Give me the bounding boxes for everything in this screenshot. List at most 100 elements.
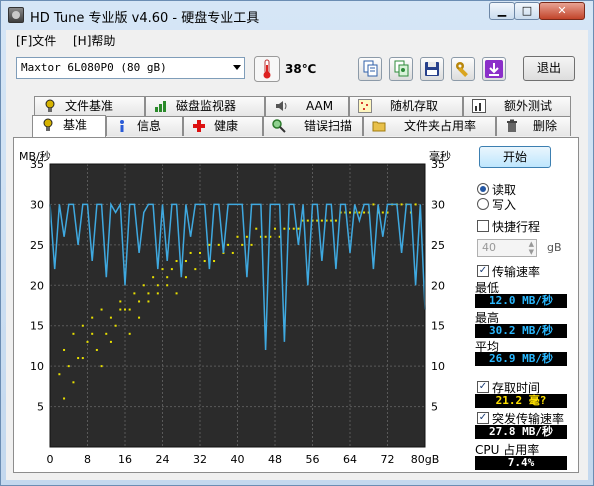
random-access-icon [358,99,372,113]
y-tick-label-left: 30 [30,198,44,211]
short-stroke-spinner[interactable]: 40 ▲ ▼ [477,239,537,257]
tab-random-access[interactable]: 随机存取 [349,96,463,116]
options-button[interactable] [451,57,475,81]
cpu-usage-value: 7.4% [475,456,567,470]
x-tick-label: 16 [118,453,132,466]
minimize-button[interactable]: ▁ [489,2,515,20]
close-button[interactable]: ✕ [539,2,585,20]
access-time-point [320,219,323,222]
y-tick-label-right: 5 [431,401,438,414]
benchmark-chart: 5 510 1015 1520 2025 2530 3035 350 8 16 24 32 40 48 56… [19,149,451,466]
access-time-point [147,292,150,295]
tab-benchmark[interactable]: 基准 [32,115,106,137]
copy-screenshot-button[interactable] [389,57,413,81]
y-tick-label-left: 25 [30,239,44,252]
short-stroke-checkbox[interactable] [477,220,489,232]
access-time-point [81,357,84,360]
access-time-point [334,219,337,222]
save-button[interactable] [420,57,444,81]
tab-error-scan[interactable]: 错误扫描 [263,116,363,136]
tab-folder-usage[interactable]: 文件夹占用率 [363,116,496,136]
min-value: 12.0 MB/秒 [475,294,567,308]
access-time-point [156,284,159,287]
y-tick-label-right: 30 [431,198,445,211]
drive-select[interactable]: Maxtor 6L080P0 (80 gB) [16,57,245,79]
access-time-point [231,251,234,254]
access-time-point [128,308,131,311]
benchmark-icon [43,118,53,131]
access-time-point [349,211,351,214]
access-time-point [77,357,80,360]
y-tick-label-right: 15 [431,320,445,333]
menu-help[interactable]: [H]帮助 [73,32,115,49]
start-button[interactable]: 开始 [479,146,551,168]
access-time-point [189,251,192,254]
access-time-point [274,227,276,230]
write-label: 写入 [492,198,517,212]
tab-file-benchmark[interactable]: 文件基准 [34,96,145,116]
tab-info[interactable]: 信息 [106,116,183,136]
access-time-point [86,340,89,343]
access-time-point [414,203,417,206]
access-time-point [227,243,230,246]
access-time-point [133,292,136,295]
tab-disk-monitor[interactable]: 磁盘监视器 [145,96,265,116]
access-time-point [63,348,66,351]
short-stroke-unit: gB [547,241,562,254]
access-time-point [217,243,220,246]
access-time-point [381,211,384,214]
access-time-point [166,276,169,279]
health-icon [193,120,205,132]
access-time-point [199,251,201,254]
access-time-point [250,243,253,246]
tab-aam[interactable]: AAM [265,96,349,116]
checkmark-icon: ✓ [478,412,488,423]
y-axis-label-left: MB/秒 [19,149,51,163]
x-tick-label: 32 [193,453,207,466]
thermometer-icon [254,56,280,82]
transfer-rate-checkbox[interactable]: ✓ [477,265,489,277]
write-radio[interactable] [477,198,489,210]
access-time-point [95,348,98,351]
tab-health[interactable]: 健康 [183,116,263,136]
menu-file[interactable]: [F]文件 [16,32,56,49]
y-tick-label-right: 25 [431,239,445,252]
access-time-point [114,324,117,327]
max-value: 30.2 MB/秒 [475,324,567,338]
close-icon: ✕ [557,4,567,17]
access-time-point [203,260,206,263]
tab-extra-tests[interactable]: 额外测试 [463,96,571,116]
burst-rate-value: 27.8 MB/秒 [475,425,567,439]
exit-button[interactable]: 退出 [523,56,575,81]
access-time-point [91,316,94,319]
tab-delete-label: 删除 [533,119,558,133]
access-time-point [358,211,361,214]
tab-delete[interactable]: 删除 [496,116,571,136]
tab-random-access-label: 随机存取 [390,99,439,113]
read-radio[interactable] [477,183,489,195]
minimize-icon: ▁ [497,4,507,17]
x-tick-label: 64 [343,453,357,466]
access-time-point [292,227,295,230]
tab-disk-monitor-label: 磁盘监视器 [176,99,237,113]
burst-rate-checkbox[interactable]: ✓ [477,412,489,424]
y-tick-label-left: 15 [30,320,44,333]
copy-info-button[interactable] [358,57,382,81]
access-time-point [255,227,258,230]
menu-bar: [F]文件 [H]帮助 [6,30,588,50]
access-time-point [264,235,267,238]
access-time-point [175,260,178,263]
maximize-button[interactable]: □ [514,2,540,20]
y-axis-label-right: 毫秒 [429,149,451,163]
checkmark-icon: ✓ [478,265,488,276]
download-button[interactable] [482,57,506,81]
floppy-disk-icon [425,62,439,76]
spinner-arrows-icon: ▲ ▼ [528,240,534,256]
access-time-point [245,235,248,238]
access-time-checkbox[interactable]: ✓ [477,381,489,393]
access-time-point [297,227,300,230]
copy-green-icon [394,60,409,77]
trash-icon [507,119,517,132]
checkmark-icon: ✓ [478,381,488,392]
access-time-point [156,292,159,295]
